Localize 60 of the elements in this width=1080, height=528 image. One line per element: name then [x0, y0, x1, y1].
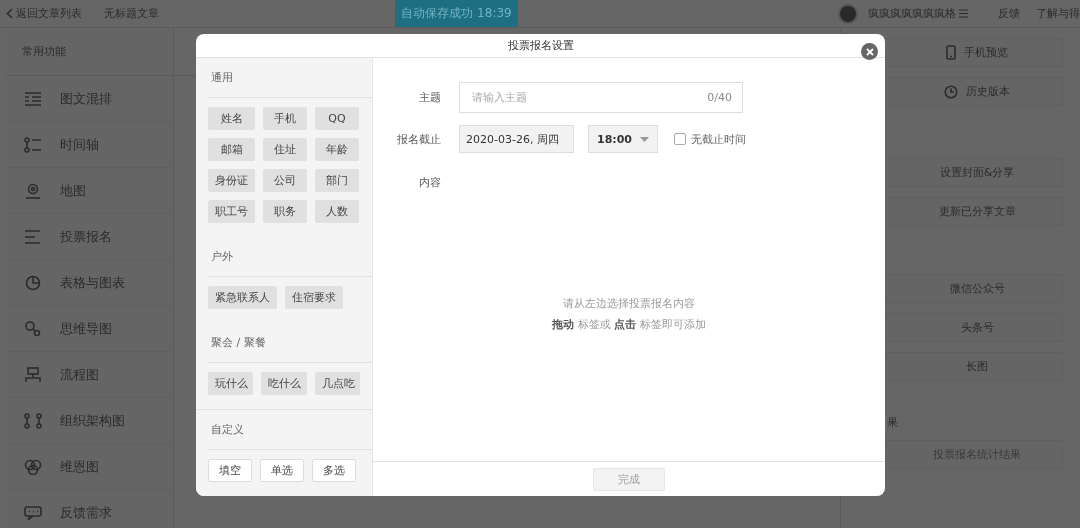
list-icon	[24, 228, 42, 245]
org-chart-icon	[24, 412, 42, 429]
avatar[interactable]	[838, 3, 858, 24]
date-field[interactable]: 2020-03-26, 周四	[459, 125, 574, 153]
field-tag[interactable]: 部门	[315, 169, 359, 192]
sidebar-item[interactable]: 思维导图	[6, 306, 173, 352]
flowchart-icon	[24, 366, 42, 383]
timeline-icon	[24, 136, 42, 153]
hint-text: 请从左边选择投票报名内容	[563, 296, 695, 311]
chat-bubble-icon	[24, 504, 42, 521]
field-tag[interactable]: 吃什么	[261, 372, 307, 395]
sidebar-item[interactable]: 地图	[6, 168, 173, 214]
field-tag[interactable]: 多选	[312, 459, 356, 482]
field-tag[interactable]: 手机	[263, 107, 307, 130]
caret-icon	[640, 136, 649, 142]
char-counter: 0/40	[707, 91, 732, 104]
group-title: 通用	[211, 70, 233, 85]
field-tag[interactable]: 职工号	[208, 200, 255, 223]
checkbox[interactable]	[674, 133, 686, 145]
subject-field[interactable]: 请输入主题 0/40	[459, 82, 743, 113]
field-tag[interactable]: 填空	[208, 459, 252, 482]
clock-icon	[944, 84, 958, 99]
phone-icon	[946, 45, 956, 60]
autosave-status: 自动保存成功 18:39	[395, 0, 518, 27]
field-tag[interactable]: 邮箱	[208, 138, 255, 161]
hint-text: 拖动 标签或 点击 标签即可添加	[552, 317, 706, 332]
text-layout-icon	[24, 90, 42, 107]
field-label: 内容	[418, 175, 441, 190]
field-label: 报名截止	[396, 131, 441, 147]
field-label: 主题	[418, 90, 441, 105]
field-tag[interactable]: QQ	[315, 107, 359, 130]
checkbox-label: 无截止时间	[691, 131, 746, 147]
close-icon	[865, 47, 874, 56]
close-button[interactable]	[861, 43, 878, 60]
field-tag[interactable]: 住宿要求	[285, 286, 343, 309]
field-tag[interactable]: 人数	[315, 200, 359, 223]
field-tag[interactable]: 年龄	[315, 138, 359, 161]
field-tag[interactable]: 玩什么	[208, 372, 254, 395]
field-tag[interactable]: 住址	[263, 138, 307, 161]
field-tag[interactable]: 职务	[263, 200, 307, 223]
user-name[interactable]: 疯疯疯疯疯疯疯格	[868, 6, 956, 21]
section-label: 果	[887, 415, 898, 430]
field-tag[interactable]: 身份证	[208, 169, 255, 192]
field-tag[interactable]: 紧急联系人	[208, 286, 277, 309]
menu-icon[interactable]	[959, 9, 968, 18]
time-dropdown[interactable]: 18:00	[588, 125, 658, 153]
sidebar-item[interactable]: 流程图	[6, 352, 173, 398]
venn-icon	[24, 458, 42, 475]
field-tag[interactable]: 几点吃	[314, 372, 360, 395]
pie-chart-icon	[24, 274, 42, 291]
dialog-title: 投票报名设置	[507, 38, 574, 53]
group-title: 自定义	[211, 422, 244, 437]
field-tag[interactable]: 单选	[260, 459, 304, 482]
field-tag[interactable]: 姓名	[208, 107, 255, 130]
group-title: 户外	[211, 249, 233, 264]
field-tag[interactable]: 公司	[263, 169, 307, 192]
sidebar-item[interactable]: 表格与图表	[6, 260, 173, 306]
group-title: 聚会 / 聚餐	[211, 335, 266, 350]
mind-map-icon	[24, 320, 42, 337]
chevron-left-icon	[6, 8, 13, 19]
